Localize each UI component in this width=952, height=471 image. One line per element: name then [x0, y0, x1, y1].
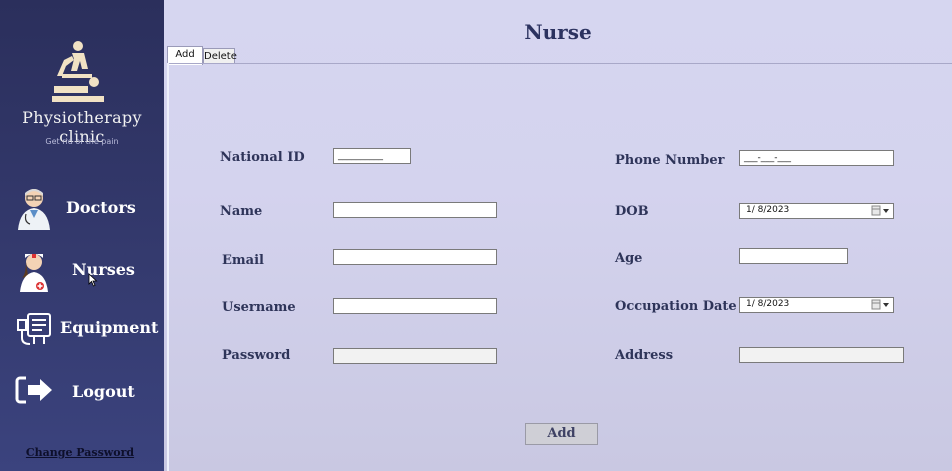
nav-item-doctors[interactable]: Doctors: [14, 186, 164, 232]
age-field[interactable]: [739, 248, 848, 264]
occupation-date-picker[interactable]: 1/ 8/2023: [739, 297, 894, 313]
doctor-icon: [18, 189, 50, 230]
occupation-date-label: Occupation Date: [615, 299, 737, 314]
phone-number-field[interactable]: ___-___-___: [739, 150, 894, 166]
tab-panel-edge: [167, 63, 169, 471]
nav-item-logout[interactable]: Logout: [14, 370, 164, 416]
username-label: Username: [222, 300, 296, 315]
dob-value: 1/ 8/2023: [746, 205, 790, 215]
national-id-field[interactable]: __________: [333, 148, 411, 164]
page-title: Nurse: [524, 20, 592, 44]
tab-delete[interactable]: Delete: [203, 48, 237, 64]
occupation-date-value: 1/ 8/2023: [746, 299, 790, 309]
age-label: Age: [615, 251, 643, 266]
nav-item-equipment[interactable]: Equipment: [14, 306, 164, 352]
calendar-dropdown-icon[interactable]: [871, 299, 891, 311]
nav-label-equipment: Equipment: [60, 318, 159, 337]
name-label: Name: [220, 204, 263, 219]
calendar-dropdown-icon[interactable]: [871, 205, 891, 217]
nurse-icon: [20, 254, 48, 292]
address-label: Address: [615, 348, 674, 363]
email-field[interactable]: [333, 249, 497, 265]
nav-label-logout: Logout: [72, 382, 135, 401]
logout-icon: [15, 376, 52, 404]
dob-label: DOB: [615, 204, 649, 219]
mouse-cursor-icon: [88, 273, 98, 287]
national-id-label: National ID: [220, 150, 305, 165]
address-field[interactable]: [739, 347, 904, 363]
nav-label-nurses: Nurses: [72, 260, 135, 279]
equipment-icon: [17, 313, 51, 345]
dob-date-picker[interactable]: 1/ 8/2023: [739, 203, 894, 219]
nav-item-nurses[interactable]: Nurses: [14, 248, 164, 294]
username-field[interactable]: [333, 298, 497, 314]
change-password-link[interactable]: Change Password: [0, 446, 160, 459]
main-panel: Nurse Add Delete National ID __________ …: [164, 0, 952, 471]
password-field[interactable]: [333, 348, 497, 364]
name-field[interactable]: [333, 202, 497, 218]
email-label: Email: [222, 253, 264, 268]
sidebar: Physiotherapy clinic Get rid of the pain…: [0, 0, 164, 471]
password-label: Password: [222, 348, 291, 363]
brand-tagline: Get rid of the pain: [45, 137, 119, 146]
add-button[interactable]: Add: [525, 423, 598, 445]
physiotherapy-logo-icon: [52, 41, 104, 102]
tab-divider: [167, 63, 952, 64]
nav-label-doctors: Doctors: [66, 198, 136, 217]
phone-number-label: Phone Number: [615, 153, 725, 168]
